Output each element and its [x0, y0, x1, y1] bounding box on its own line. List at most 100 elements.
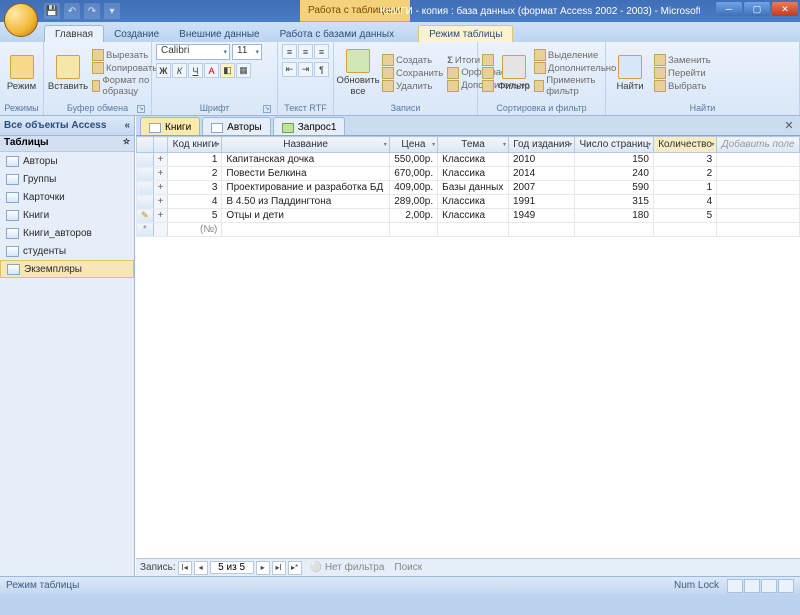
cell[interactable]: Классика [438, 153, 509, 167]
save-record-button[interactable]: Сохранить [382, 67, 443, 79]
table-row[interactable]: +4В 4.50 из Паддингтона289,00р.Классика1… [137, 195, 800, 209]
filter-arrow-icon[interactable]: ▾ [648, 141, 651, 148]
dialog-launcher-icon[interactable]: ↘ [137, 105, 145, 113]
search-box-label[interactable]: Поиск [394, 562, 422, 573]
cell[interactable]: Классика [438, 209, 509, 223]
chevron-left-icon[interactable]: « [124, 120, 130, 131]
datasheet[interactable]: Код книги▾Название▾Цена▾Тема▾Год издания… [136, 136, 800, 558]
cell[interactable]: В 4.50 из Паддингтона [222, 195, 389, 209]
cell[interactable] [717, 209, 800, 223]
advanced-filter-button[interactable]: Дополнительно [534, 62, 616, 74]
column-header[interactable]: Количество▾ [653, 137, 716, 153]
cell[interactable]: 670,00р. [389, 167, 437, 181]
cell[interactable]: 409,00р. [389, 181, 437, 195]
sort-asc-button[interactable] [482, 54, 494, 66]
cell[interactable]: 1 [653, 181, 716, 195]
tab-create[interactable]: Создание [104, 26, 169, 42]
new-row[interactable]: *(№) [137, 223, 800, 237]
next-record-button[interactable]: ▸ [256, 561, 270, 575]
filter-arrow-icon[interactable]: ▾ [384, 141, 387, 148]
close-button[interactable]: ✕ [772, 2, 798, 16]
design-view-button[interactable] [778, 579, 794, 593]
tab-datasheet[interactable]: Режим таблицы [418, 25, 513, 42]
first-record-button[interactable]: I◂ [178, 561, 192, 575]
selection-filter-button[interactable]: Выделение [534, 49, 616, 61]
column-header[interactable]: Код книги▾ [168, 137, 222, 153]
expand-row-button[interactable]: + [153, 181, 168, 195]
nav-item-книги[interactable]: Книги [0, 206, 134, 224]
cell[interactable]: 550,00р. [389, 153, 437, 167]
refresh-all-button[interactable]: Обновить все [338, 49, 378, 97]
column-header[interactable]: Название▾ [222, 137, 389, 153]
doctab-authors[interactable]: Авторы [202, 117, 271, 135]
table-row[interactable]: +5Отцы и дети2,00р.Классика19491805 [137, 209, 800, 223]
cell[interactable]: 3 [168, 181, 222, 195]
pivot-view-button[interactable] [744, 579, 760, 593]
nav-item-карточки[interactable]: Карточки [0, 188, 134, 206]
text-dir-button[interactable]: ¶ [314, 62, 329, 77]
find-button[interactable]: Найти [610, 55, 650, 92]
nav-item-авторы[interactable]: Авторы [0, 152, 134, 170]
new-record-button[interactable]: Создать [382, 54, 443, 66]
qat-undo-icon[interactable]: ↶ [64, 3, 80, 19]
expand-row-button[interactable]: + [153, 209, 168, 223]
tab-external-data[interactable]: Внешние данные [169, 26, 269, 42]
paste-button[interactable]: Вставить [48, 55, 88, 92]
clear-sort-button[interactable] [482, 80, 494, 92]
cell[interactable]: 5 [653, 209, 716, 223]
nav-item-студенты[interactable]: студенты [0, 242, 134, 260]
cell[interactable]: Повести Белкина [222, 167, 389, 181]
add-field-column[interactable]: Добавить поле [717, 137, 800, 153]
maximize-button[interactable]: ▢ [744, 2, 770, 16]
filter-arrow-icon[interactable]: ▾ [569, 141, 572, 148]
table-row[interactable]: +3Проектирование и разработка БД409,00р.… [137, 181, 800, 195]
cell[interactable]: 2 [168, 167, 222, 181]
doctab-query1[interactable]: Запрос1 [273, 117, 346, 135]
cell[interactable] [717, 153, 800, 167]
dialog-launcher-icon[interactable]: ↘ [263, 105, 271, 113]
gridlines-button[interactable]: ▦ [236, 63, 251, 78]
italic-button[interactable]: К [172, 63, 187, 78]
cell[interactable]: Классика [438, 195, 509, 209]
tab-home[interactable]: Главная [44, 25, 104, 42]
bold-button[interactable]: Ж [156, 63, 171, 78]
column-header[interactable]: Цена▾ [389, 137, 437, 153]
nav-group-tables[interactable]: Таблицы ☆ [0, 136, 134, 152]
minimize-button[interactable]: ─ [716, 2, 742, 16]
cell[interactable]: Проектирование и разработка БД [222, 181, 389, 195]
cell[interactable]: 590 [575, 181, 654, 195]
last-record-button[interactable]: ▸I [272, 561, 286, 575]
row-selector[interactable] [137, 195, 154, 209]
close-tab-button[interactable]: ✕ [782, 119, 796, 133]
new-record-nav-button[interactable]: ▸* [288, 561, 302, 575]
table-row[interactable]: +1Капитанская дочка550,00р.Классика20101… [137, 153, 800, 167]
table-row[interactable]: +2Повести Белкина670,00р.Классика2014240… [137, 167, 800, 181]
nav-header[interactable]: Все объекты Access « [0, 116, 134, 136]
filter-arrow-icon[interactable]: ▾ [432, 141, 435, 148]
align-center-button[interactable]: ≡ [298, 44, 313, 59]
nav-item-книги_авторов[interactable]: Книги_авторов [0, 224, 134, 242]
doctab-books[interactable]: Книги [140, 117, 200, 135]
cell[interactable]: Классика [438, 167, 509, 181]
sort-desc-button[interactable] [482, 67, 494, 79]
expand-row-button[interactable]: + [153, 195, 168, 209]
cell[interactable]: 240 [575, 167, 654, 181]
format-painter-button[interactable]: Формат по образцу [92, 75, 157, 97]
cell[interactable] [717, 167, 800, 181]
expand-row-button[interactable]: + [153, 167, 168, 181]
pivotchart-view-button[interactable] [761, 579, 777, 593]
qat-redo-icon[interactable]: ↷ [84, 3, 100, 19]
cell[interactable]: 4 [653, 195, 716, 209]
font-name-combo[interactable]: Calibri▾ [156, 44, 230, 60]
align-left-button[interactable]: ≡ [282, 44, 297, 59]
nav-item-экземпляры[interactable]: Экземпляры [0, 260, 134, 278]
row-selector[interactable] [137, 167, 154, 181]
font-size-combo[interactable]: 11▾ [232, 44, 262, 60]
goto-button[interactable]: Перейти [654, 67, 711, 79]
cell[interactable]: 2007 [508, 181, 574, 195]
replace-button[interactable]: Заменить [654, 54, 711, 66]
cell[interactable]: 1949 [508, 209, 574, 223]
cell[interactable]: 3 [653, 153, 716, 167]
indent-inc-button[interactable]: ⇥ [298, 62, 313, 77]
cell[interactable]: 2010 [508, 153, 574, 167]
